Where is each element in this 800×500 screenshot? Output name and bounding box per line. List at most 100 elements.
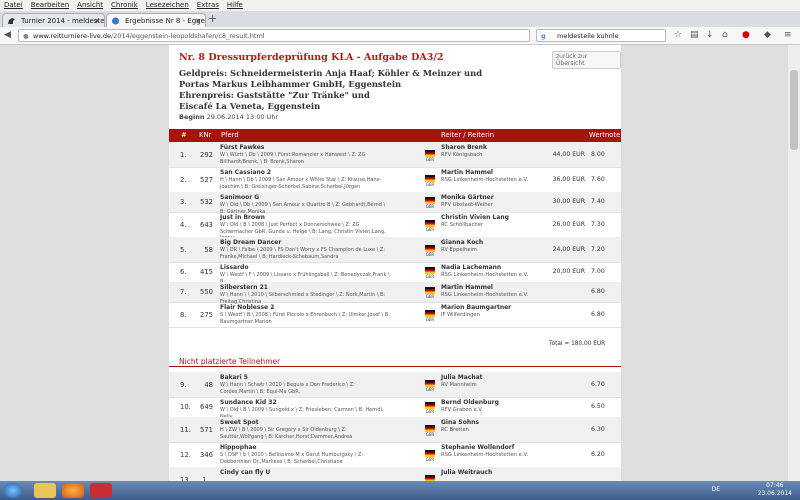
horse-cell: Sweet Spot H \ ZW \ B \ 2009 \ Sir Gregor… <box>220 419 390 440</box>
language-indicator[interactable]: DE <box>712 486 720 493</box>
horse-cell: Flair Noblesse 2S \ Westf \ B \ 2008 \ F… <box>220 304 390 325</box>
menu-item-hilfe[interactable]: Hilfe <box>227 0 243 11</box>
horse-name[interactable]: Sundance Kid 32 <box>220 399 390 407</box>
horse-name[interactable]: Fürst Fawkes <box>220 144 390 152</box>
adblock-icon[interactable]: ● <box>742 30 750 40</box>
url-bar[interactable]: ● www.reitturniere-live.de/2014/eggenste… <box>18 29 530 42</box>
rank: 1. <box>180 150 187 159</box>
rider-name[interactable]: Stephanie Wollendorf <box>441 444 561 452</box>
nation-code: GER <box>425 386 435 392</box>
horse-name[interactable]: Cindy can fly U <box>220 469 390 477</box>
table-row[interactable]: 8. 275 Flair Noblesse 2S \ Westf \ B \ 200… <box>169 302 621 328</box>
horse-name[interactable]: Just in Brown <box>220 214 390 222</box>
flag-germany-icon: GER <box>425 309 435 322</box>
rider-name[interactable]: Julia Weitrauch <box>441 469 561 477</box>
firefox-icon[interactable] <box>62 483 84 498</box>
menu-icon[interactable]: ≡ <box>784 30 792 40</box>
horse-details: H \ Hann \ Db \ 2009 \ San Amour x White… <box>220 177 382 190</box>
horse-name[interactable]: Sanimoor G <box>220 194 390 202</box>
star-icon[interactable]: ☆ <box>674 30 682 40</box>
rider-club: RFV Graben e.V. <box>441 407 483 413</box>
not-placed-heading: Nicht platzierte Teilnehmer <box>179 357 281 366</box>
back-arrow-icon[interactable]: ◀ <box>4 30 11 40</box>
table-row[interactable]: 1. 292 Fürst Fawkes W \ Württ \ Db \ 2009 \… <box>169 142 621 168</box>
tab-close-icon[interactable]: × <box>94 14 100 27</box>
clock[interactable]: 07:46 23.06.2014 <box>758 482 792 498</box>
score: 7.40 <box>591 198 605 205</box>
knr: 292 <box>200 150 213 159</box>
table-row[interactable]: 11. 571 Sweet Spot H \ ZW \ B \ 2009 \ Sir … <box>169 417 621 443</box>
table-row[interactable]: 12. 346 Hippophae S \ DSP \ b \ 2010 \ Bell… <box>169 442 621 468</box>
knr: 649 <box>200 403 213 411</box>
flag-germany-icon: GER <box>425 267 435 279</box>
col-no: # <box>181 131 187 139</box>
table-row[interactable]: 6. 415 Lissardo W \ Westf \ F \ 2009 \ Liss… <box>169 262 621 285</box>
menu-item-lesezeichen[interactable]: Lesezeichen <box>146 0 189 11</box>
menu-item-extras[interactable]: Extras <box>197 0 219 11</box>
nation-code: GER <box>425 431 435 437</box>
horse-name[interactable]: Bakari 5 <box>220 374 390 382</box>
rank: 4. <box>180 220 187 229</box>
score: 7.20 <box>591 245 605 253</box>
horse-cell: Bakari 5W \ Hann \ Schwb \ 2010 \ Bequia… <box>220 374 390 395</box>
rider-cell: Bernd Oldenburg RFV Graben e.V. <box>441 399 561 414</box>
flag-germany-icon: GER <box>425 287 435 299</box>
horse-name[interactable]: Sweet Spot <box>220 419 390 427</box>
new-tab-button[interactable]: + <box>208 12 217 25</box>
table-row[interactable]: 7. 550 Silberstern 21 W \ Hann \ \ 2010 \ S… <box>169 282 621 305</box>
rider-name[interactable]: Bernd Oldenburg <box>441 399 561 407</box>
table-row[interactable]: 10. 649 Sundance Kid 32 W \ Old \ B \ 2009 … <box>169 397 621 420</box>
back-to-overview-button[interactable]: zurück zur Übersicht <box>552 51 621 69</box>
table-row[interactable]: 9. 48 Bakari 5W \ Hann \ Schwb \ 2010 \ Be… <box>169 372 621 398</box>
horse-name[interactable]: Flair Noblesse 2 <box>220 304 390 312</box>
folder-icon[interactable] <box>34 483 56 498</box>
flag-germany-icon: GER <box>425 219 435 232</box>
horse-name[interactable]: Big Dream Dancer <box>220 239 390 247</box>
horse-details: W \ Hann \ Schwb \ 2010 \ Bequia x Don F… <box>220 382 355 395</box>
horse-name[interactable]: Lissardo <box>220 264 390 272</box>
tab-turnier[interactable]: Turnier 2014 - meldestelle-... × <box>2 13 105 27</box>
rider-name[interactable]: Gina Sohns <box>441 419 561 427</box>
rider-name[interactable]: Martin Hammel <box>441 284 561 292</box>
rider-cell: Julia Weitrauch <box>441 469 561 477</box>
home-icon[interactable]: ⌂ <box>722 30 728 40</box>
rider-name[interactable]: Marion Baumgartner <box>441 304 561 312</box>
search-input[interactable]: meldestelle kuhnle <box>557 32 619 40</box>
tab-ergebnisse[interactable]: Ergebnisse Nr 8 - Eggenstei... × <box>106 13 206 27</box>
rider-name[interactable]: Julia Machat <box>441 374 561 382</box>
table-row[interactable]: 3. 532 Sanimoor GW \ Old \ Db \ 2009 \ San… <box>169 192 621 215</box>
table-row[interactable]: 13.1...Cindy can fly UGERJulia Weitrauch <box>169 467 621 481</box>
rank: 11. <box>180 425 191 434</box>
results-table-header: # KNr Pferd Reiter / Reiterin Wertnote <box>169 129 621 142</box>
flag-germany-icon: GER <box>425 424 435 437</box>
table-row[interactable]: 5. 58 Big Dream Dancer W \ DR \ Falbe \ 200… <box>169 237 621 263</box>
menu-item-datei[interactable]: Datei <box>4 0 23 11</box>
scrollbar-thumb[interactable] <box>790 70 798 150</box>
bookmarks-icon[interactable]: ▤ <box>690 30 699 40</box>
tab-close-icon[interactable]: × <box>195 14 201 27</box>
horse-name[interactable]: Silberstern 21 <box>220 284 390 292</box>
table-row[interactable]: 4. 643 Just in Brown W \ Old \ B \ 2008 \ J… <box>169 212 621 241</box>
horse-name[interactable]: Hippophae <box>220 444 390 452</box>
menu-item-chronik[interactable]: Chronik <box>111 0 138 11</box>
menu-item-bearbeiten[interactable]: Bearbeiten <box>31 0 69 11</box>
download-icon[interactable]: ↓ <box>706 30 714 40</box>
nation-code: GER <box>425 294 435 299</box>
start-button-icon[interactable] <box>4 483 22 498</box>
pdf-icon[interactable] <box>90 483 112 498</box>
addon-icon[interactable]: ◆ <box>764 30 771 40</box>
horse-name[interactable]: San Cassiano 2 <box>220 169 390 177</box>
tab-label: Ergebnisse Nr 8 - Eggenstei... <box>125 17 205 25</box>
table-row[interactable]: 2. 527 San Cassiano 2H \ Hann \ Db \ 2009 … <box>169 167 621 193</box>
menu-item-ansicht[interactable]: Ansicht <box>77 0 103 11</box>
knr: 643 <box>200 220 213 229</box>
horse-cell: Cindy can fly U <box>220 469 390 477</box>
rank: 9. <box>180 380 187 389</box>
prize-money: 30,00 EUR <box>552 198 585 205</box>
col-rider: Reiter / Reiterin <box>441 131 495 139</box>
rider-cell: Martin Hammel RSG Linkenheim-Hochstetten … <box>441 284 561 299</box>
nation-code: GER <box>425 274 435 279</box>
scrollbar[interactable] <box>788 45 800 481</box>
search-bar[interactable]: g meldestelle kuhnle <box>536 29 666 42</box>
rider-club: RV Mannheim <box>441 382 477 388</box>
